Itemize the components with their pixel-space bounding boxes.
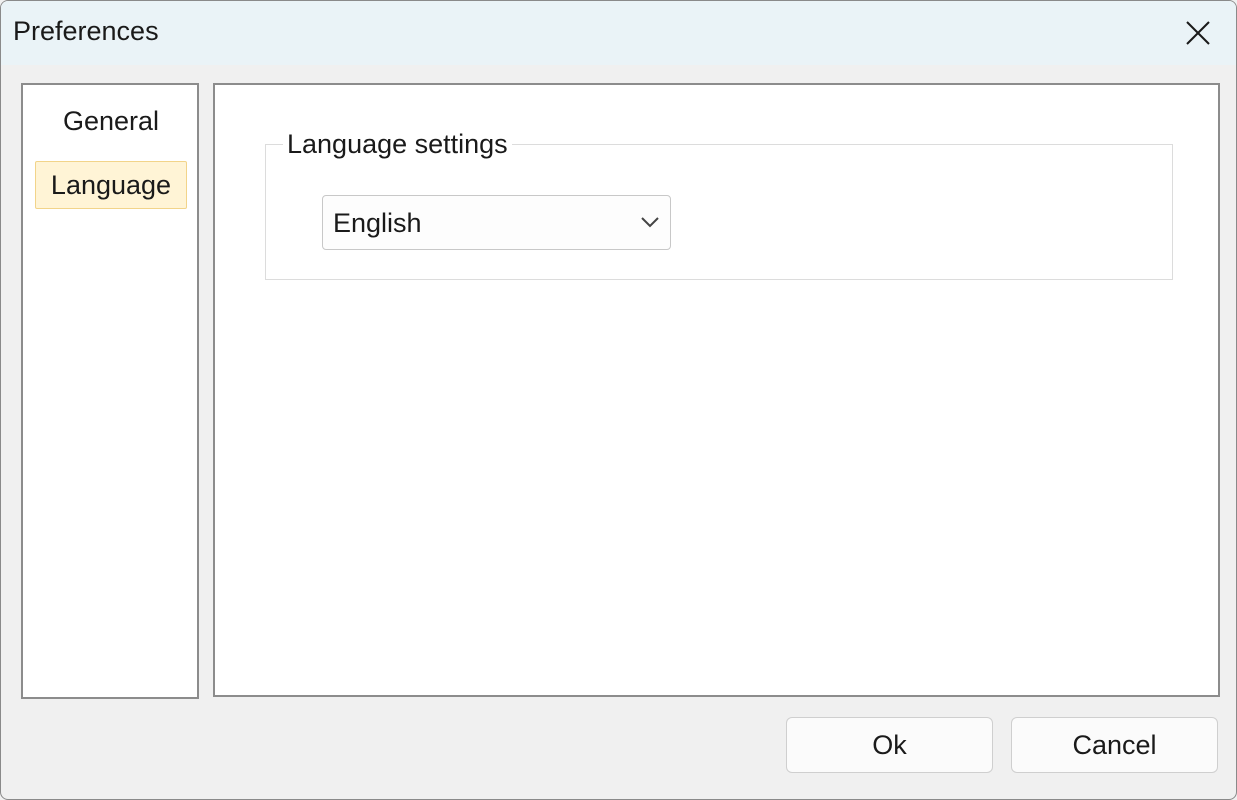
cancel-button-label: Cancel: [1072, 729, 1157, 760]
ok-button-label: Ok: [872, 729, 907, 760]
language-select[interactable]: English: [322, 195, 671, 250]
group-title: Language settings: [283, 129, 512, 160]
nav-item-general[interactable]: General: [35, 97, 187, 145]
close-icon: [1185, 20, 1211, 46]
nav-item-language[interactable]: Language: [35, 161, 187, 209]
close-button[interactable]: [1160, 1, 1236, 65]
ok-button[interactable]: Ok: [786, 717, 993, 773]
language-select-value: English: [333, 208, 422, 238]
cancel-button[interactable]: Cancel: [1011, 717, 1218, 773]
nav-item-label: Language: [50, 169, 172, 200]
preferences-nav: General Language: [21, 83, 199, 699]
window-title: Preferences: [13, 16, 159, 46]
nav-item-label: General: [62, 105, 160, 136]
preferences-dialog: Preferences General Language Language se…: [0, 0, 1237, 800]
title-bar: Preferences: [1, 1, 1236, 65]
settings-content-panel: Language settings English: [213, 83, 1220, 697]
chevron-down-icon: [640, 215, 660, 229]
